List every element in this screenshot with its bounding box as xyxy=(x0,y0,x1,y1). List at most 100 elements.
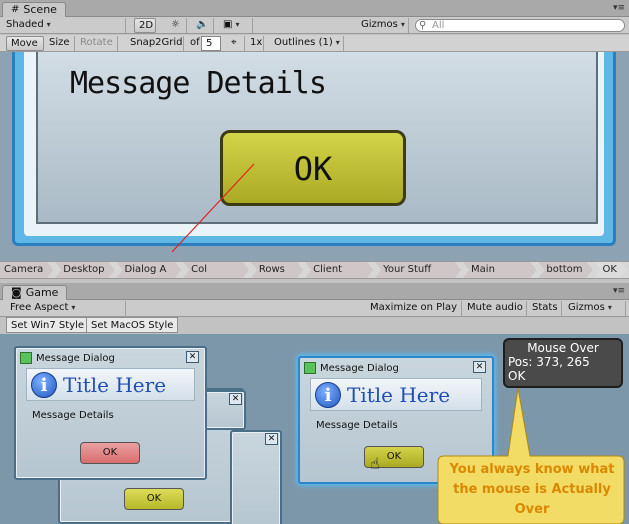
2d-toggle[interactable]: 2D xyxy=(134,18,156,33)
hand-cursor-icon: ☝ xyxy=(370,454,380,473)
game-viewport[interactable]: ✕ OK ✕ ✕ Message Dialog ✕ i Title Here M… xyxy=(0,334,629,524)
game-gizmos-dropdown[interactable]: Gizmos xyxy=(564,301,626,316)
scene-search-input[interactable]: ⚲ All xyxy=(415,19,625,32)
dialog-title: Message Dialog xyxy=(36,352,115,364)
macos-label: Set MacOS Style xyxy=(91,320,174,331)
shading-label: Shaded xyxy=(6,19,44,30)
snap-value: 5 xyxy=(206,38,213,49)
crosshair-icon[interactable]: ⌖ xyxy=(227,36,245,51)
info-icon: i xyxy=(315,381,341,408)
maximize-label: Maximize on Play xyxy=(370,302,458,313)
shading-dropdown[interactable]: Shaded xyxy=(2,18,126,33)
breadcrumb-item[interactable]: bottom xyxy=(538,262,592,278)
close-icon[interactable]: ✕ xyxy=(265,433,278,445)
close-icon[interactable]: ✕ xyxy=(229,393,242,405)
game-tab-bar: ◙ Game ▾≡ xyxy=(0,283,629,300)
game-tab-menu-icon[interactable]: ▾≡ xyxy=(613,286,625,296)
scene-viewport[interactable]: Message Details OK xyxy=(0,52,629,261)
breadcrumb-item[interactable]: OK xyxy=(595,262,627,278)
breadcrumb-item[interactable]: Camera xyxy=(0,262,53,278)
app-icon xyxy=(304,362,316,374)
stats-toggle[interactable]: Stats xyxy=(528,301,562,316)
info-icon: i xyxy=(31,371,57,398)
scene-secondary-toolbar: Move Size Rotate Snap2Grid of 5 ⌖ 1x Out… xyxy=(0,35,629,52)
callout-text: You always know what the mouse is Actual… xyxy=(449,462,615,517)
ok-button[interactable]: OK xyxy=(80,442,140,464)
ok-label: OK xyxy=(386,451,402,462)
message-dialog-back-3-edge[interactable]: ✕ xyxy=(230,430,282,524)
snap-toggle[interactable]: Snap2Grid xyxy=(126,36,184,51)
game-tab-label: Game xyxy=(25,286,59,299)
mouse-over-title: Mouse Over xyxy=(527,341,599,355)
aspect-dropdown[interactable]: Free Aspect xyxy=(6,301,126,316)
mute-audio-toggle[interactable]: Mute audio xyxy=(463,301,527,316)
gizmos-label: Gizmos xyxy=(361,19,398,30)
snap-value-input[interactable]: 5 xyxy=(201,36,221,51)
stats-label: Stats xyxy=(532,302,558,313)
mouse-over-panel: Mouse Over Pos: 373, 265 OK xyxy=(503,338,623,388)
outlines-label: Outlines (1) xyxy=(274,37,333,48)
dialog-titlebar[interactable]: Message Dialog ✕ xyxy=(20,351,201,365)
breadcrumb-item[interactable]: Your Stuff Here xyxy=(375,262,461,278)
move-button[interactable]: Move xyxy=(6,36,44,51)
ok-label: OK xyxy=(102,447,118,458)
scale-label: 1x xyxy=(246,36,264,51)
move-label: Move xyxy=(11,38,38,49)
snap-label: Snap2Grid xyxy=(130,37,183,48)
gizmos-dropdown[interactable]: Gizmos xyxy=(357,18,409,33)
game-tab[interactable]: ◙ Game xyxy=(2,285,68,300)
dialog-titlebar[interactable]: Message Dialog ✕ xyxy=(304,361,488,375)
tab-menu-icon[interactable]: ▾≡ xyxy=(613,3,625,13)
mute-label: Mute audio xyxy=(467,302,523,313)
audio-icon[interactable]: 🔈 xyxy=(192,18,214,33)
2d-label: 2D xyxy=(139,20,154,31)
selection-line xyxy=(171,163,255,253)
maximize-on-play-toggle[interactable]: Maximize on Play xyxy=(366,301,462,316)
breadcrumb: Camera Desktop Dialog A 2 Col Center Row… xyxy=(0,261,629,279)
aspect-label: Free Aspect xyxy=(10,302,69,313)
breadcrumb-item[interactable]: Client Area xyxy=(305,262,373,278)
dialog-header: i Title Here xyxy=(26,368,195,401)
message-dialog-back-1[interactable]: ✕ xyxy=(202,390,246,430)
rotate-button[interactable]: Rotate xyxy=(76,36,118,51)
close-icon[interactable]: ✕ xyxy=(473,361,486,373)
breadcrumb-item[interactable]: Col Center xyxy=(183,262,249,278)
size-button[interactable]: Size xyxy=(45,36,75,51)
app-icon xyxy=(20,352,32,364)
scene-toolbar: Shaded 2D ☼ 🔈 ▣ Gizmos ⚲ All xyxy=(0,17,629,34)
message-dialog-win7[interactable]: Message Dialog ✕ i Title Here Message De… xyxy=(14,346,207,480)
breadcrumb-item[interactable]: Dialog A 2 xyxy=(117,262,182,278)
mouse-target: OK xyxy=(508,369,526,383)
dialog-heading: Title Here xyxy=(347,382,451,407)
set-macos-style-button[interactable]: Set MacOS Style xyxy=(86,317,179,333)
scene-tab[interactable]: # Scene xyxy=(2,2,66,17)
dialog-title: Message Dialog xyxy=(320,362,399,374)
set-win7-style-button[interactable]: Set Win7 Style xyxy=(6,317,90,333)
ok-button[interactable]: OK xyxy=(124,488,184,510)
outlines-dropdown[interactable]: Outlines (1) xyxy=(270,36,344,51)
breadcrumb-item[interactable]: Rows M xyxy=(251,262,303,278)
effects-icon[interactable]: ▣ xyxy=(219,18,253,33)
win7-label: Set Win7 Style xyxy=(11,320,85,331)
rotate-label: Rotate xyxy=(80,37,113,48)
dialog-message: Message Details xyxy=(32,410,114,421)
close-icon[interactable]: ✕ xyxy=(186,351,199,363)
game-toolbar: Free Aspect Maximize on Play Mute audio … xyxy=(0,300,629,317)
search-placeholder: All xyxy=(432,20,445,31)
scene-tab-label: Scene xyxy=(23,3,57,16)
ok-label: OK xyxy=(146,493,162,504)
grid-icon: # xyxy=(11,4,20,15)
of-text: of xyxy=(190,37,200,48)
dialog-heading: Title Here xyxy=(63,372,167,397)
gamepad-icon: ◙ xyxy=(11,286,22,299)
scene-tab-bar: # Scene ▾≡ xyxy=(0,0,629,17)
breadcrumb-item[interactable]: Desktop xyxy=(55,262,114,278)
search-icon: ⚲ xyxy=(419,20,427,31)
scale-text: 1x xyxy=(250,37,263,48)
size-label: Size xyxy=(49,37,70,48)
mouse-position: Pos: 373, 265 xyxy=(508,355,590,369)
snap-of-label: of xyxy=(186,36,200,51)
dialog-message: Message Details xyxy=(316,420,398,431)
light-icon[interactable]: ☼ xyxy=(165,18,187,33)
breadcrumb-item[interactable]: Main Layout xyxy=(463,262,536,278)
